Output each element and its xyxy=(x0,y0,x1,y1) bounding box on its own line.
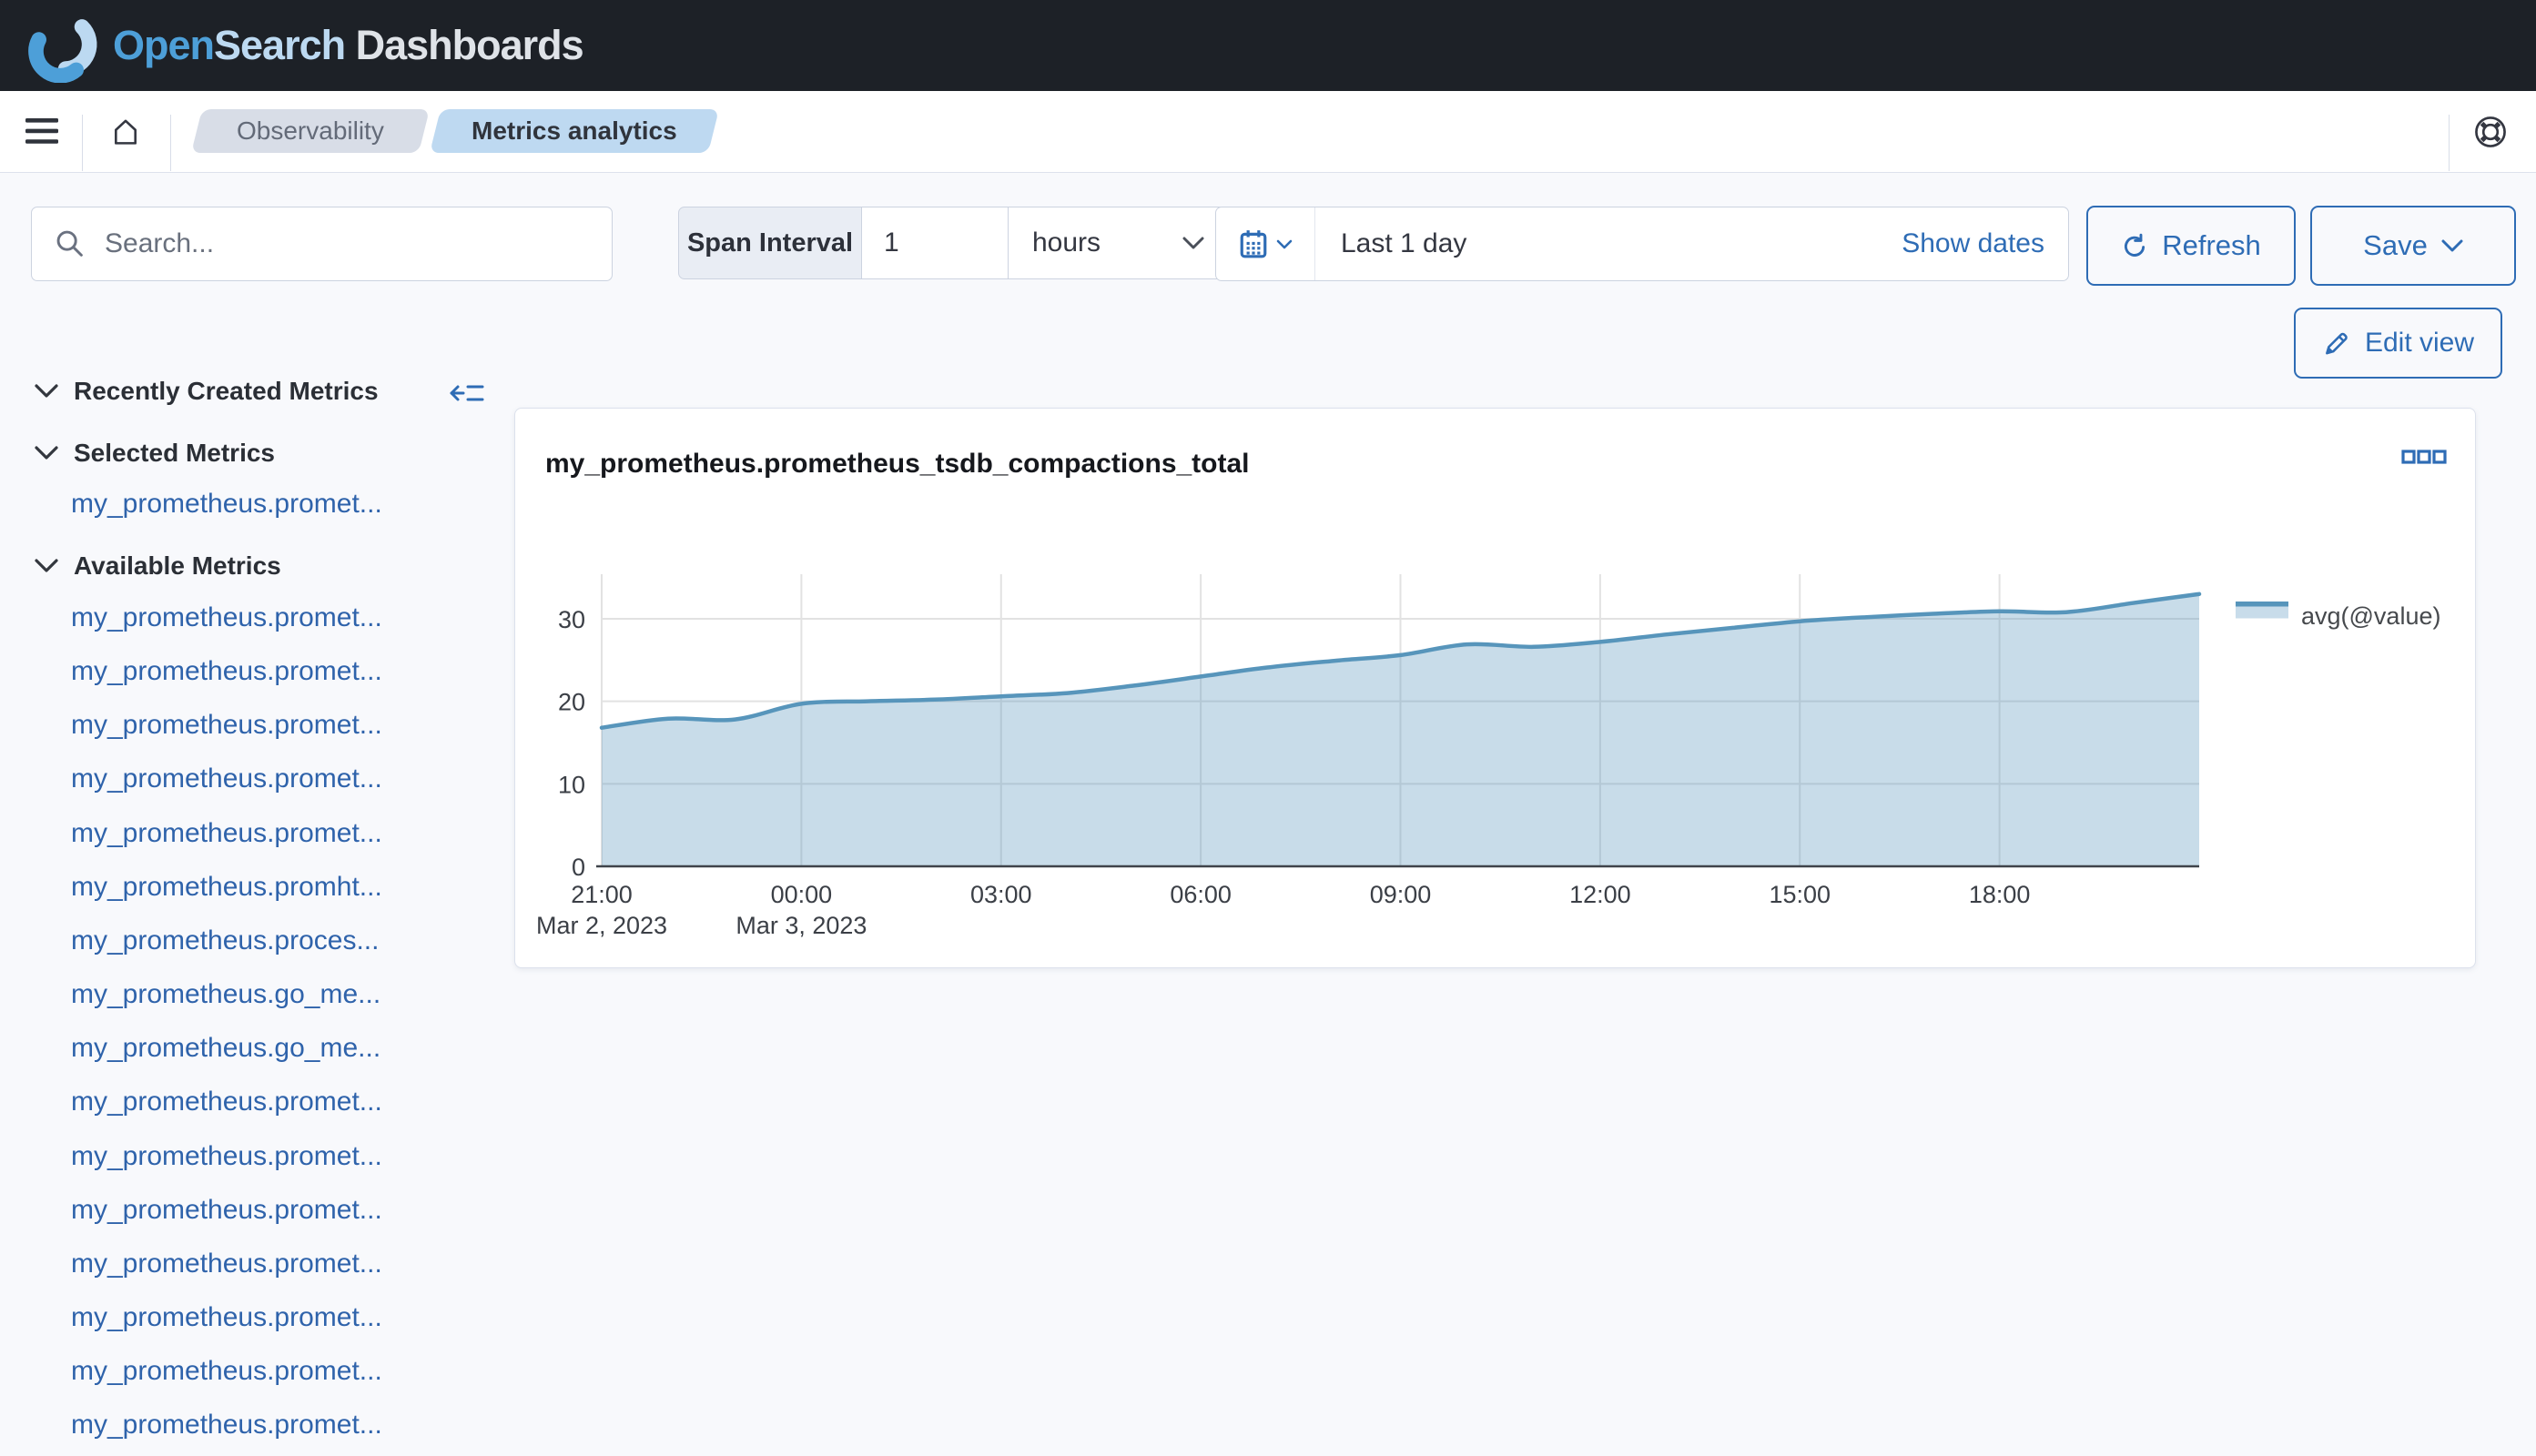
span-interval-label: Span Interval xyxy=(678,207,862,279)
date-picker: Last 1 day Show dates xyxy=(1215,207,2069,281)
opensearch-logo[interactable]: OpenSearch Dashboards xyxy=(24,8,584,83)
calendar-menu-button[interactable] xyxy=(1216,207,1315,280)
edit-view-button[interactable]: Edit view xyxy=(2294,308,2502,379)
svg-text:06:00: 06:00 xyxy=(1170,881,1232,908)
breadcrumb-metrics-analytics[interactable]: Metrics analytics xyxy=(430,109,719,153)
svg-text:0: 0 xyxy=(572,854,585,881)
menu-icon[interactable] xyxy=(22,113,62,149)
collapse-left-icon xyxy=(450,385,484,401)
breadcrumb-label: Observability xyxy=(237,116,384,145)
svg-text:10: 10 xyxy=(558,771,585,798)
metric-link[interactable]: my_prometheus.promet... xyxy=(71,763,490,794)
edit-view-label: Edit view xyxy=(2364,328,2475,358)
help-icon[interactable] xyxy=(2469,113,2512,151)
svg-text:18:00: 18:00 xyxy=(1969,881,2031,908)
search-input[interactable] xyxy=(103,228,612,260)
nav-divider xyxy=(82,115,83,171)
metric-link[interactable]: my_prometheus.promet... xyxy=(71,1410,490,1441)
chevron-down-icon xyxy=(35,446,58,460)
svg-text:21:00: 21:00 xyxy=(571,881,633,908)
refresh-label: Refresh xyxy=(2162,229,2261,261)
date-range-value[interactable]: Last 1 day xyxy=(1341,228,1466,259)
chevron-down-icon xyxy=(2441,239,2463,252)
opensearch-logo-icon xyxy=(28,19,97,83)
metric-link[interactable]: my_prometheus.promet... xyxy=(71,1195,490,1226)
home-icon[interactable] xyxy=(106,113,146,151)
svg-text:12:00: 12:00 xyxy=(1569,881,1631,908)
section-recently-created-metrics[interactable]: Recently Created Metrics xyxy=(35,371,379,411)
metric-link[interactable]: my_prometheus.promet... xyxy=(71,1249,490,1279)
nav-divider xyxy=(170,115,171,171)
collapse-sidebar-button[interactable] xyxy=(448,377,486,414)
section-title: Available Metrics xyxy=(74,551,281,580)
metric-link[interactable]: my_prometheus.promet... xyxy=(71,1356,490,1387)
metric-link[interactable]: my_prometheus.promet... xyxy=(71,818,490,849)
home-icon-glyph xyxy=(115,119,137,145)
save-label: Save xyxy=(2363,229,2428,261)
svg-text:Mar 2, 2023: Mar 2, 2023 xyxy=(536,912,667,939)
metric-chart-panel: my_prometheus.prometheus_tsdb_compaction… xyxy=(514,408,2476,968)
chart-canvas[interactable]: 0 10 20 30 21:00 Mar 2, 2023 00:00 Mar 3, 2023 0… xyxy=(515,409,2475,967)
refresh-button[interactable]: Refresh xyxy=(2086,206,2296,286)
metric-link[interactable]: my_prometheus.go_me... xyxy=(71,1033,490,1064)
metric-link[interactable]: my_prometheus.proces... xyxy=(71,925,490,956)
search-icon xyxy=(56,230,83,257)
section-available-metrics[interactable]: Available Metrics xyxy=(35,546,281,586)
metric-link[interactable]: my_prometheus.promet... xyxy=(71,602,490,633)
metric-link[interactable]: my_prometheus.promet... xyxy=(71,489,490,520)
metric-link[interactable]: my_prometheus.go_me... xyxy=(71,979,490,1010)
life-ring-icon xyxy=(2475,116,2506,147)
svg-text:03:00: 03:00 xyxy=(970,881,1032,908)
chevron-down-icon xyxy=(1182,237,1204,249)
show-dates-link[interactable]: Show dates xyxy=(1902,228,2044,259)
metric-link[interactable]: my_prometheus.promet... xyxy=(71,1087,490,1117)
refresh-icon xyxy=(2125,233,2145,257)
span-unit-value: hours xyxy=(1032,228,1101,258)
section-selected-metrics[interactable]: Selected Metrics xyxy=(35,433,275,473)
pencil-icon xyxy=(2326,332,2348,355)
app-title: OpenSearch Dashboards xyxy=(113,22,584,68)
span-unit-select[interactable]: hours xyxy=(1009,207,1225,279)
metric-link[interactable]: my_prometheus.promet... xyxy=(71,710,490,741)
chevron-down-icon xyxy=(1276,239,1292,248)
chevron-down-icon xyxy=(35,559,58,572)
metric-link[interactable]: my_prometheus.promet... xyxy=(71,1141,490,1172)
span-interval-input[interactable] xyxy=(862,207,1009,279)
breadcrumb-label: Metrics analytics xyxy=(472,116,677,145)
section-title: Selected Metrics xyxy=(74,439,275,467)
chevron-down-icon xyxy=(35,384,58,398)
save-button[interactable]: Save xyxy=(2310,206,2516,286)
metric-link[interactable]: my_prometheus.promht... xyxy=(71,872,490,903)
nav-divider xyxy=(2449,115,2450,171)
search-box xyxy=(31,207,613,281)
app-header: OpenSearch Dashboards xyxy=(0,0,2536,91)
span-interval-group: Span Interval hours xyxy=(678,207,1225,279)
metric-link[interactable]: my_prometheus.promet... xyxy=(71,656,490,687)
breadcrumb-observability[interactable]: Observability xyxy=(191,109,430,153)
calendar-icon xyxy=(1240,230,1266,258)
nav-bar: Observability Metrics analytics xyxy=(0,91,2536,173)
svg-text:20: 20 xyxy=(558,689,585,716)
svg-text:30: 30 xyxy=(558,606,585,633)
svg-text:avg(@value): avg(@value) xyxy=(2301,602,2440,630)
metric-link[interactable]: my_prometheus.promet... xyxy=(71,1302,490,1333)
svg-text:09:00: 09:00 xyxy=(1370,881,1432,908)
svg-text:00:00: 00:00 xyxy=(771,881,833,908)
metrics-analytics-page: OpenSearch Dashboards Observability Metr… xyxy=(0,0,2536,1456)
svg-text:Mar 3, 2023: Mar 3, 2023 xyxy=(735,912,867,939)
hamburger-icon xyxy=(25,118,58,144)
section-title: Recently Created Metrics xyxy=(74,377,379,405)
svg-text:15:00: 15:00 xyxy=(1769,881,1831,908)
